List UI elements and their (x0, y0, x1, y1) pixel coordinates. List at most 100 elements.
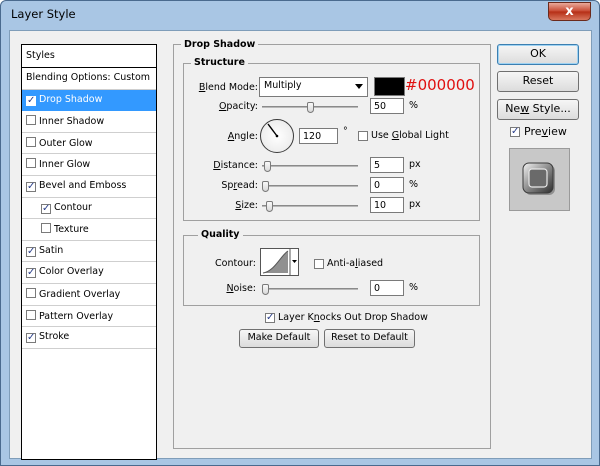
style-item[interactable]: ✓ Satin (22, 241, 156, 263)
preview-label: Preview (524, 125, 567, 138)
spread-slider-thumb[interactable] (262, 181, 269, 192)
style-item[interactable]: Outer Glow (22, 133, 156, 155)
make-default-button[interactable]: Make Default (239, 329, 319, 348)
distance-slider[interactable] (262, 161, 358, 172)
dialog-client: Styles Blending Options: Custom ✓ Drop Sha… (9, 30, 592, 460)
chevron-down-icon (355, 84, 363, 89)
style-item[interactable]: Inner Shadow (22, 111, 156, 133)
size-label: Size: (235, 200, 258, 211)
angle-dial-needle-icon (267, 123, 279, 138)
style-item[interactable]: Gradient Overlay (22, 284, 156, 306)
blend-mode-select[interactable]: Multiply (259, 77, 368, 97)
size-slider[interactable] (262, 201, 358, 212)
quality-title: Quality (198, 229, 243, 240)
reset-to-default-button[interactable]: Reset to Default (324, 329, 415, 348)
style-preview-thumbnail (509, 148, 570, 211)
angle-input[interactable]: 120 (299, 128, 338, 144)
spread-unit: % (409, 179, 419, 190)
spread-input[interactable]: 0 (370, 177, 404, 193)
style-item-label: Inner Glow (39, 159, 91, 171)
ok-button[interactable]: OK (497, 44, 579, 65)
window-title: Layer Style (11, 7, 76, 21)
style-item[interactable]: Pattern Overlay (22, 306, 156, 328)
style-item-checkbox[interactable] (26, 115, 36, 126)
use-global-light-checkbox[interactable] (358, 131, 368, 141)
style-item-checkbox[interactable] (26, 158, 36, 169)
style-item-checkbox[interactable]: ✓ (26, 95, 36, 106)
style-item-label: Satin (39, 244, 64, 256)
noise-input[interactable]: 0 (370, 280, 404, 296)
style-item[interactable]: Texture (22, 219, 156, 241)
opacity-slider[interactable] (262, 102, 358, 113)
style-item-checkbox[interactable]: ✓ (26, 246, 36, 257)
style-item[interactable]: ✓ Drop Shadow (22, 89, 156, 112)
style-item-checkbox[interactable] (26, 136, 36, 147)
preview-checkbox[interactable]: ✓ (510, 127, 520, 137)
layer-style-window: Layer Style x Styles Blending Options: C… (0, 0, 600, 466)
opacity-slider-thumb[interactable] (306, 102, 314, 113)
style-item[interactable]: Blending Options: Custom (22, 68, 156, 90)
style-item-label: Color Overlay (39, 266, 104, 278)
style-item-checkbox[interactable] (41, 223, 51, 234)
style-item-checkbox[interactable]: ✓ (26, 181, 36, 192)
distance-label: Distance: (213, 160, 258, 171)
style-item-checkbox[interactable] (26, 309, 36, 320)
style-item-label: Bevel and Emboss (39, 179, 127, 191)
style-item-checkbox[interactable]: ✓ (26, 333, 36, 344)
style-item[interactable]: ✓ Bevel and Emboss (22, 176, 156, 198)
reset-button[interactable]: Reset (497, 71, 579, 92)
noise-label: Noise: (226, 283, 256, 294)
styles-header: Styles (22, 45, 156, 68)
contour-picker[interactable] (260, 248, 299, 276)
knocks-out-label: Layer Knocks Out Drop Shadow (278, 312, 428, 323)
distance-unit: px (409, 159, 421, 170)
style-item[interactable]: ✓ Color Overlay (22, 262, 156, 284)
blend-mode-label: Blend Mode: (198, 82, 258, 93)
angle-unit: ° (343, 126, 348, 137)
title-bar[interactable]: Layer Style x (1, 1, 599, 29)
preview-bevel-icon (522, 162, 555, 195)
style-item-label: Gradient Overlay (39, 288, 121, 300)
noise-unit: % (409, 282, 419, 293)
style-item-checkbox[interactable] (26, 287, 36, 298)
spread-label: Spread: (221, 180, 258, 191)
anti-aliased-checkbox[interactable] (314, 259, 324, 269)
style-item-label: Inner Shadow (39, 116, 105, 128)
style-item-label: Blending Options: Custom (26, 72, 151, 83)
new-style-button[interactable]: New Style... (497, 99, 579, 120)
size-unit: px (409, 199, 421, 210)
style-item[interactable]: Inner Glow (22, 154, 156, 176)
drop-shadow-title: Drop Shadow (181, 39, 259, 50)
close-button[interactable]: x (548, 2, 591, 21)
contour-label: Contour: (215, 258, 256, 269)
style-item-checkbox[interactable]: ✓ (41, 203, 51, 214)
size-input[interactable]: 10 (370, 197, 404, 213)
style-item-label: Outer Glow (39, 137, 93, 149)
shadow-color-swatch[interactable] (374, 77, 405, 96)
color-hex-annotation: #000000 (405, 76, 475, 94)
opacity-input[interactable]: 50 (370, 98, 404, 114)
style-item-checkbox[interactable]: ✓ (26, 268, 36, 279)
noise-slider-thumb[interactable] (262, 284, 269, 295)
style-item-label: Drop Shadow (39, 93, 103, 105)
style-item[interactable]: ✓ Stroke (22, 327, 156, 349)
angle-dial[interactable] (260, 119, 294, 153)
noise-slider[interactable] (262, 284, 358, 295)
blend-mode-value: Multiply (264, 80, 302, 91)
size-slider-thumb[interactable] (265, 201, 273, 212)
quality-group (183, 235, 480, 306)
knocks-out-checkbox[interactable]: ✓ (265, 313, 275, 323)
angle-label: Angle: (227, 131, 258, 142)
style-item-label: Stroke (39, 331, 70, 343)
structure-title: Structure (191, 57, 248, 68)
opacity-label: Opacity: (218, 101, 258, 112)
close-icon: x (565, 4, 574, 19)
style-item-label: Pattern Overlay (39, 310, 114, 322)
anti-aliased-label: Anti-aliased (327, 258, 384, 269)
opacity-unit: % (409, 100, 419, 111)
spread-slider[interactable] (262, 181, 358, 192)
use-global-light-label: Use Global Light (371, 130, 449, 141)
distance-slider-thumb[interactable] (263, 161, 271, 172)
style-item[interactable]: ✓ Contour (22, 198, 156, 220)
distance-input[interactable]: 5 (370, 157, 404, 173)
